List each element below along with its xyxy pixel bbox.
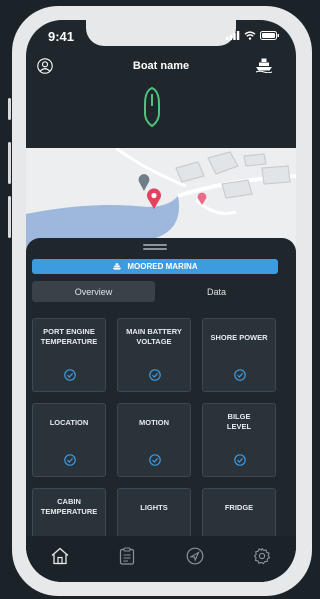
location-marker-icon[interactable] xyxy=(146,188,162,210)
card-location[interactable]: LOCATION xyxy=(32,403,106,477)
check-circle-icon xyxy=(149,454,161,466)
bottom-sheet: MOORED MARINA Overview Data PORT ENGINE … xyxy=(26,238,296,582)
sheet-drag-handle[interactable] xyxy=(143,244,167,250)
card-shore-power[interactable]: SHORE POWER xyxy=(202,318,276,392)
check-circle-icon xyxy=(64,454,76,466)
tab-clipboard[interactable] xyxy=(115,544,139,568)
card-label: MAIN BATTERY VOLTAGE xyxy=(126,327,182,346)
clipboard-icon xyxy=(120,547,135,565)
app-screen: 9:41 Boat name MOORED MARINA Overview Da… xyxy=(26,20,296,582)
card-bilge-level[interactable]: BILGE LEVEL xyxy=(202,403,276,477)
settings-icon xyxy=(254,547,271,565)
status-banner: MOORED MARINA xyxy=(32,259,278,274)
volume-down-button xyxy=(8,196,11,238)
map-poi-icon xyxy=(197,192,207,205)
signal-icon xyxy=(226,31,240,40)
card-label: SHORE POWER xyxy=(210,333,268,342)
segmented-tabs: Overview Data xyxy=(32,281,278,302)
check-circle-icon xyxy=(234,369,246,381)
home-icon xyxy=(51,547,69,565)
status-banner-label: MOORED MARINA xyxy=(127,262,198,271)
card-label: CABIN TEMPERATURE xyxy=(40,497,98,516)
bottom-tab-bar xyxy=(26,536,296,582)
tab-data[interactable]: Data xyxy=(155,281,278,302)
card-motion[interactable]: MOTION xyxy=(117,403,191,477)
boat-button[interactable] xyxy=(254,56,274,74)
check-circle-icon xyxy=(149,369,161,381)
card-label: LOCATION xyxy=(49,418,89,427)
check-circle-icon xyxy=(234,454,246,466)
wifi-icon xyxy=(244,31,256,40)
status-time: 9:41 xyxy=(48,29,75,44)
tab-overview[interactable]: Overview xyxy=(32,281,155,302)
mute-switch xyxy=(8,98,11,120)
tab-settings[interactable] xyxy=(250,544,274,568)
card-label: LIGHTS xyxy=(140,503,168,512)
status-icons xyxy=(226,31,280,40)
boat-icon xyxy=(255,58,273,73)
card-label: MOTION xyxy=(139,418,169,427)
boat-logo-icon xyxy=(144,86,160,128)
tab-navigation[interactable] xyxy=(183,544,207,568)
card-main-battery-voltage[interactable]: MAIN BATTERY VOLTAGE xyxy=(117,318,191,392)
volume-up-button xyxy=(8,142,11,184)
boat-icon xyxy=(113,262,122,270)
card-label: BILGE LEVEL xyxy=(226,412,252,431)
navigation-icon xyxy=(186,547,204,565)
notch xyxy=(86,20,236,46)
card-port-engine-temperature[interactable]: PORT ENGINE TEMPERATURE xyxy=(32,318,106,392)
battery-icon xyxy=(260,31,279,40)
tab-home[interactable] xyxy=(48,544,72,568)
card-label: FRIDGE xyxy=(224,503,254,512)
check-circle-icon xyxy=(64,369,76,381)
card-label: PORT ENGINE TEMPERATURE xyxy=(40,327,98,346)
